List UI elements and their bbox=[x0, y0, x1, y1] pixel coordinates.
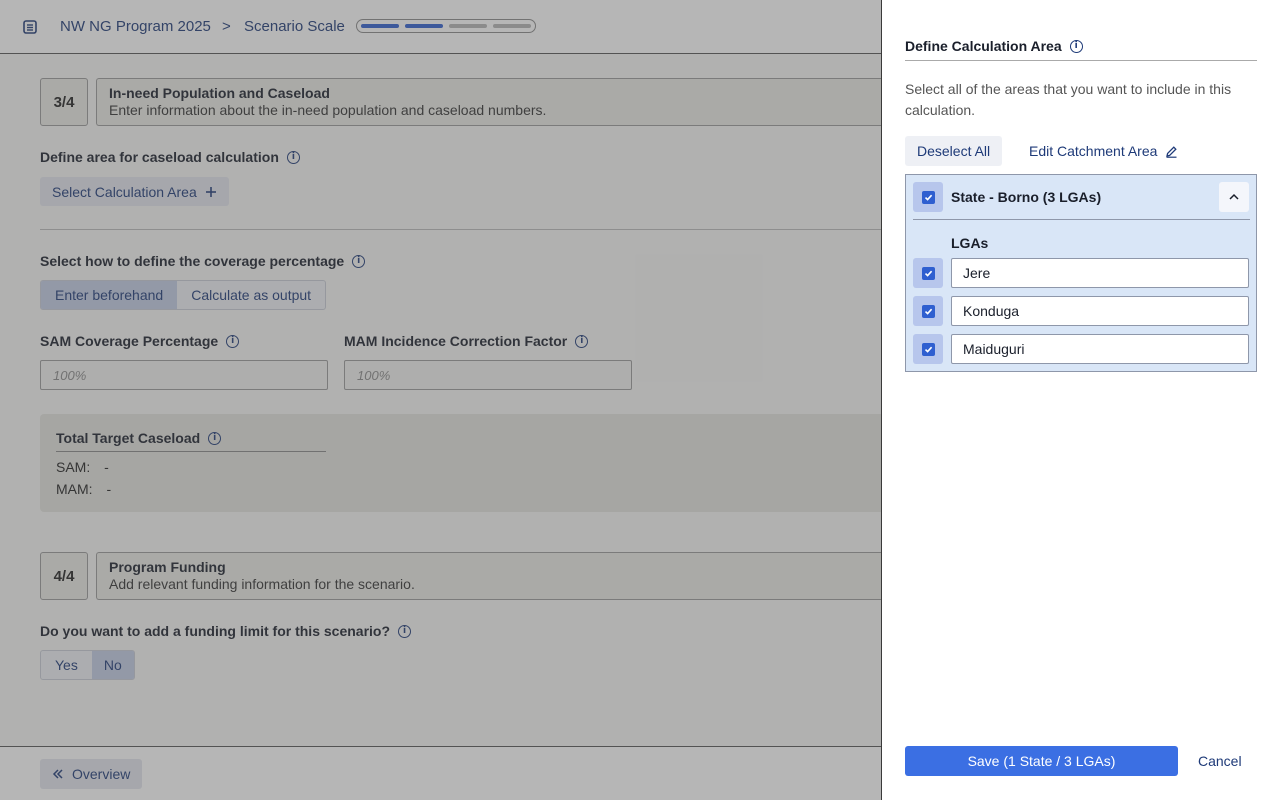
panel-title: Define Calculation Area i bbox=[905, 38, 1257, 61]
calculation-area-panel: Define Calculation Area i Select all of … bbox=[881, 0, 1280, 800]
checkmark-icon bbox=[921, 190, 935, 204]
lga-checkbox-maiduguri[interactable] bbox=[913, 334, 943, 364]
edit-catchment-button[interactable]: Edit Catchment Area bbox=[1029, 136, 1178, 166]
info-icon[interactable]: i bbox=[1069, 39, 1083, 53]
checkmark-icon bbox=[921, 266, 935, 280]
lga-item-maiduguri[interactable]: Maiduguri bbox=[951, 334, 1249, 364]
collapse-button[interactable] bbox=[1219, 182, 1249, 212]
edit-catchment-label: Edit Catchment Area bbox=[1029, 143, 1158, 159]
lga-checkbox-konduga[interactable] bbox=[913, 296, 943, 326]
lga-item-jere[interactable]: Jere bbox=[951, 258, 1249, 288]
save-button[interactable]: Save (1 State / 3 LGAs) bbox=[905, 746, 1178, 776]
modal-backdrop[interactable] bbox=[0, 0, 881, 800]
checkmark-icon bbox=[921, 304, 935, 318]
state-group: State - Borno (3 LGAs) LGAs Jere Konduga… bbox=[905, 174, 1257, 372]
chevron-up-icon bbox=[1229, 193, 1239, 200]
lga-heading: LGAs bbox=[951, 235, 989, 251]
state-label: State - Borno (3 LGAs) bbox=[951, 189, 1102, 205]
deselect-all-button[interactable]: Deselect All bbox=[905, 136, 1003, 166]
state-checkbox[interactable] bbox=[913, 182, 943, 212]
state-divider bbox=[913, 219, 1250, 220]
panel-description: Select all of the areas that you want to… bbox=[905, 81, 1232, 118]
cancel-button[interactable]: Cancel bbox=[1198, 746, 1242, 776]
pencil-icon bbox=[1166, 145, 1178, 158]
lga-checkbox-jere[interactable] bbox=[913, 258, 943, 288]
checkmark-icon bbox=[921, 342, 935, 356]
lga-item-konduga[interactable]: Konduga bbox=[951, 296, 1249, 326]
panel-title-text: Define Calculation Area bbox=[905, 38, 1062, 54]
